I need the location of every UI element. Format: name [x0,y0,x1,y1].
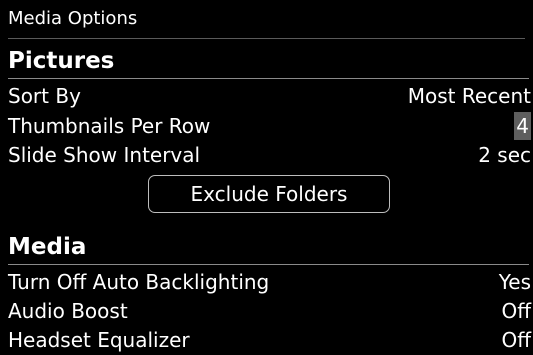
setting-label: Sort By [8,84,81,108]
setting-label: Thumbnails Per Row [8,114,211,138]
setting-row-audio-boost[interactable]: Audio Boost Off [0,297,533,325]
setting-value-dropdown[interactable]: Off [501,297,531,325]
exclude-folders-button[interactable]: Exclude Folders [148,175,390,213]
setting-row-headset-equalizer[interactable]: Headset Equalizer Off [0,326,533,354]
setting-value-dropdown[interactable]: 2 sec [478,141,531,169]
setting-value-dropdown-focused[interactable]: 4 [514,112,531,140]
setting-label: Headset Equalizer [8,328,190,352]
setting-row-thumbnails-per-row[interactable]: Thumbnails Per Row 4 [0,112,533,140]
title-divider [8,38,525,39]
setting-label: Slide Show Interval [8,143,201,167]
section-divider-pictures [8,78,529,79]
setting-value-dropdown[interactable]: Off [501,326,531,354]
setting-value-dropdown[interactable]: Most Recent [408,82,531,110]
setting-row-slide-show-interval[interactable]: Slide Show Interval 2 sec [0,141,533,169]
setting-value-dropdown[interactable]: Yes [499,268,531,296]
section-header-media: Media [8,234,87,260]
setting-label: Audio Boost [8,299,128,323]
section-divider-media [8,264,529,265]
setting-label: Turn Off Auto Backlighting [8,270,270,294]
window-title: Media Options [8,8,138,29]
section-header-pictures: Pictures [8,48,115,74]
setting-row-turn-off-auto-backlighting[interactable]: Turn Off Auto Backlighting Yes [0,268,533,296]
setting-row-sort-by[interactable]: Sort By Most Recent [0,82,533,110]
